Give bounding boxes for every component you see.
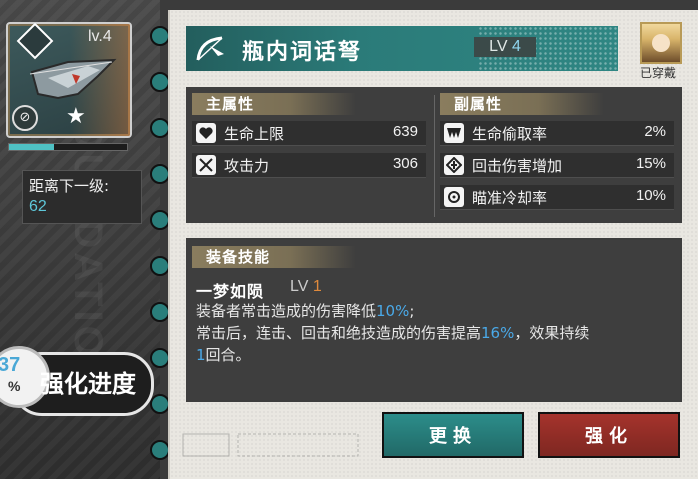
crosshair-icon xyxy=(444,187,464,207)
binder-ring xyxy=(150,302,170,322)
progress-percent-sign: % xyxy=(8,378,21,394)
binder-ring xyxy=(150,164,170,184)
star-icon: ★ xyxy=(66,104,86,129)
main-attribute-row: 生命上限 639 xyxy=(192,121,426,146)
crossed-swords-icon xyxy=(196,155,216,175)
binder-ring xyxy=(150,210,170,230)
equipment-name: 瓶内词话弩 xyxy=(242,40,363,65)
skill-level: LV 1 xyxy=(290,278,322,295)
equipment-level-box: LV 4 xyxy=(474,37,536,57)
crossbow-icon xyxy=(29,58,117,100)
next-level-box: 距离下一级: 62 xyxy=(22,170,142,224)
enhance-progress-badge[interactable]: 37 % 强化进度 xyxy=(0,342,156,416)
sub-attribute-row: 生命偷取率 2% xyxy=(440,121,674,146)
binder-ring xyxy=(150,440,170,460)
skill-name: 一梦如陨 xyxy=(196,282,265,301)
next-level-value: 62 xyxy=(29,198,47,215)
character-avatar[interactable] xyxy=(640,22,682,64)
title-bar: 瓶内词话弩 LV 4 xyxy=(186,26,618,71)
equipped-label: 已穿戴 xyxy=(640,66,677,80)
equipment-detail-panel: 瓶内词话弩 LV 4 已穿戴 主属性 副属性 生命上限 639 攻击力 306 xyxy=(168,10,698,479)
binder-ring xyxy=(150,72,170,92)
binder-ring xyxy=(150,256,170,276)
sub-attribute-row: 回击伤害增加 15% xyxy=(440,153,674,178)
main-attribute-row: 攻击力 306 xyxy=(192,153,426,178)
skill-description: 装备者常击造成的伤害降低10%; 常击后，连击、回击和绝技造成的伤害提高16%，… xyxy=(196,302,590,364)
main-attributes-header: 主属性 xyxy=(192,93,356,115)
progress-label: 强化进度 xyxy=(40,370,136,398)
attributes-box: 主属性 副属性 生命上限 639 攻击力 306 生命偷取率 2% 回击伤害增加… xyxy=(186,87,682,223)
binder-ring xyxy=(150,26,170,46)
sub-attribute-row: 瞄准冷却率 10% xyxy=(440,185,674,210)
equipment-level: lv.4 xyxy=(88,28,112,45)
equipment-skill-box: 装备技能 一梦如陨 LV 1 装备者常击造成的伤害降低10%; 常击后，连击、回… xyxy=(186,238,682,402)
change-button[interactable]: 更换 xyxy=(382,412,524,458)
bow-icon xyxy=(196,36,224,61)
enhance-button[interactable]: 强化 xyxy=(538,412,680,458)
counter-icon xyxy=(444,155,464,175)
decorative-stamp xyxy=(182,430,362,460)
skill-header: 装备技能 xyxy=(192,246,356,268)
experience-bar xyxy=(8,143,128,151)
progress-percent: 37 xyxy=(0,354,21,376)
binder-ring xyxy=(150,118,170,138)
fang-icon xyxy=(444,123,464,143)
binder-ring xyxy=(150,348,170,368)
weapon-type-icon: ⊘ xyxy=(12,105,38,131)
next-level-label: 距离下一级: xyxy=(29,177,110,195)
binder-ring xyxy=(150,394,170,414)
sub-attributes-header: 副属性 xyxy=(440,93,604,115)
heart-icon xyxy=(196,123,216,143)
